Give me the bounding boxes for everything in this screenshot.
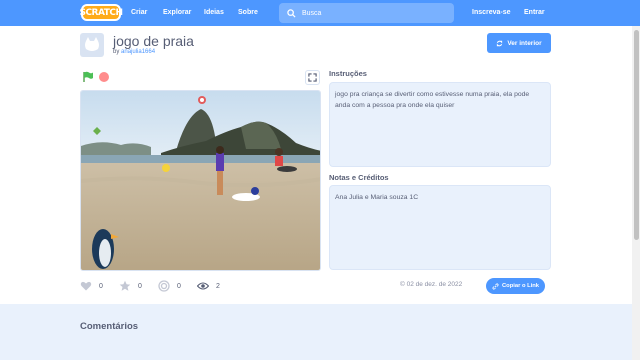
author-avatar[interactable] xyxy=(80,33,104,57)
author-link[interactable]: anajulia1664 xyxy=(121,49,155,55)
copy-link-button[interactable]: Copiar o Link xyxy=(486,278,545,294)
share-date-text: 02 de dez. de 2022 xyxy=(406,281,463,288)
instructions-label: Instruções xyxy=(329,69,367,78)
copyright-icon: © xyxy=(400,281,405,288)
search-bar[interactable] xyxy=(279,3,454,23)
project-byline: by anajulia1664 xyxy=(113,49,155,55)
scrollbar-thumb[interactable] xyxy=(634,30,639,240)
project-title: jogo de praia xyxy=(113,33,194,49)
nav-about[interactable]: Sobre xyxy=(238,0,258,26)
nav-explore[interactable]: Explorar xyxy=(163,0,191,26)
share-date: © 02 de dez. de 2022 xyxy=(400,281,462,288)
search-icon xyxy=(287,8,296,18)
love-stat[interactable]: 0 xyxy=(80,280,103,292)
views-count: 2 xyxy=(216,282,220,290)
see-inside-button[interactable]: Ver interior xyxy=(487,33,551,53)
top-navbar: SCRATCH Criar Explorar Ideias Sobre Insc… xyxy=(0,0,640,26)
project-stage[interactable] xyxy=(80,90,321,271)
fullscreen-button[interactable] xyxy=(305,70,320,85)
remix-count: 0 xyxy=(177,282,181,290)
scratch-logo[interactable]: SCRATCH xyxy=(79,4,123,21)
notes-credits-label: Notas e Créditos xyxy=(329,173,389,182)
notes-credits-box: Ana Julia e Maria souza 1C xyxy=(329,185,551,270)
search-input[interactable] xyxy=(302,9,442,17)
favorite-count: 0 xyxy=(138,282,142,290)
instructions-box: jogo pra criança se divertir como estive… xyxy=(329,82,551,167)
by-prefix: by xyxy=(113,49,122,55)
fullscreen-icon xyxy=(308,73,317,82)
green-flag-icon[interactable] xyxy=(82,71,94,83)
love-count: 0 xyxy=(99,282,103,290)
see-inside-label: Ver interior xyxy=(507,39,542,47)
comments-heading: Comentários xyxy=(80,321,139,332)
nav-create[interactable]: Criar xyxy=(131,0,147,26)
eye-icon xyxy=(197,282,209,290)
remix-stat: 0 xyxy=(158,280,181,292)
remix-arrows-icon xyxy=(497,40,503,46)
remix-icon xyxy=(158,280,170,292)
nav-ideas[interactable]: Ideias xyxy=(204,0,224,26)
copy-link-label: Copiar o Link xyxy=(501,283,540,289)
star-icon xyxy=(119,280,131,291)
link-icon xyxy=(492,282,499,290)
join-link[interactable]: Inscreva-se xyxy=(472,0,511,26)
views-stat: 2 xyxy=(197,280,220,292)
cat-avatar-icon xyxy=(85,37,99,51)
signin-link[interactable]: Entrar xyxy=(524,0,545,26)
favorite-stat[interactable]: 0 xyxy=(119,280,142,292)
heart-icon xyxy=(80,281,92,291)
beach-scene-image xyxy=(81,91,320,270)
stop-icon[interactable] xyxy=(99,72,109,82)
